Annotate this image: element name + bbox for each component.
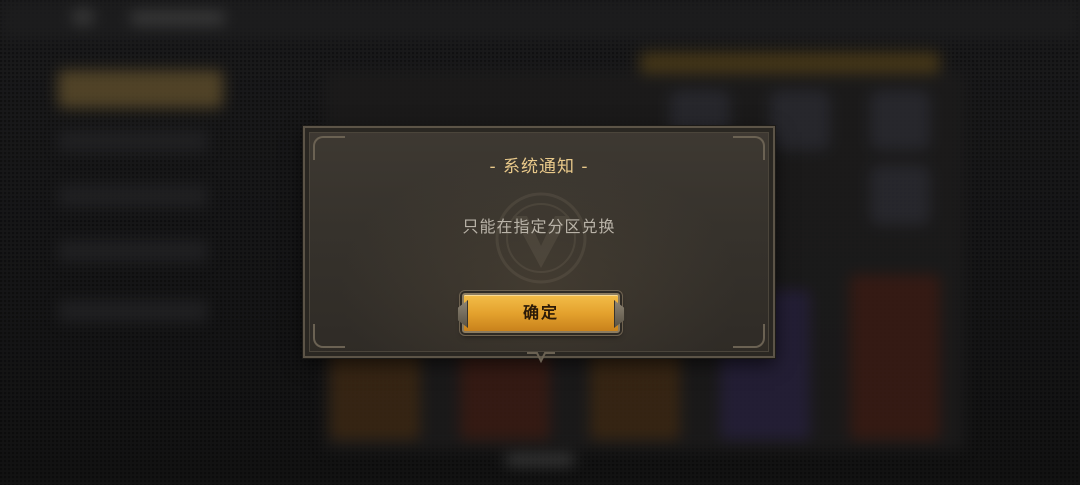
dialog-message: 只能在指定分区兑换	[462, 217, 616, 236]
bg-sidebar-row	[58, 300, 208, 322]
bg-sidebar-tab	[58, 70, 223, 108]
bg-sidebar-row	[58, 240, 208, 262]
bottom-ornament-icon	[527, 352, 555, 363]
bg-scroll-indicator	[505, 455, 575, 465]
bg-sidebar-row	[58, 130, 208, 152]
bg-back-icon	[72, 8, 94, 26]
bg-sidebar-row	[58, 185, 208, 207]
faction-emblem-icon	[495, 192, 587, 284]
confirm-button-label: 确定	[522, 303, 559, 322]
bg-item-icon	[870, 90, 930, 150]
dialog-title: - 系统通知 -	[489, 157, 589, 177]
confirm-button[interactable]: 确定	[457, 293, 625, 333]
corner-ornament-icon	[733, 324, 765, 348]
bg-gold-banner	[640, 52, 940, 74]
bg-title	[130, 10, 225, 26]
bg-card	[850, 275, 940, 440]
bg-item-icon	[870, 165, 930, 225]
bg-item-icon	[770, 90, 830, 150]
game-screen: - 系统通知 - 只能在指定分区兑换 确定	[0, 0, 1080, 485]
corner-ornament-icon	[313, 324, 345, 348]
system-notice-dialog: - 系统通知 - 只能在指定分区兑换 确定	[303, 126, 775, 363]
